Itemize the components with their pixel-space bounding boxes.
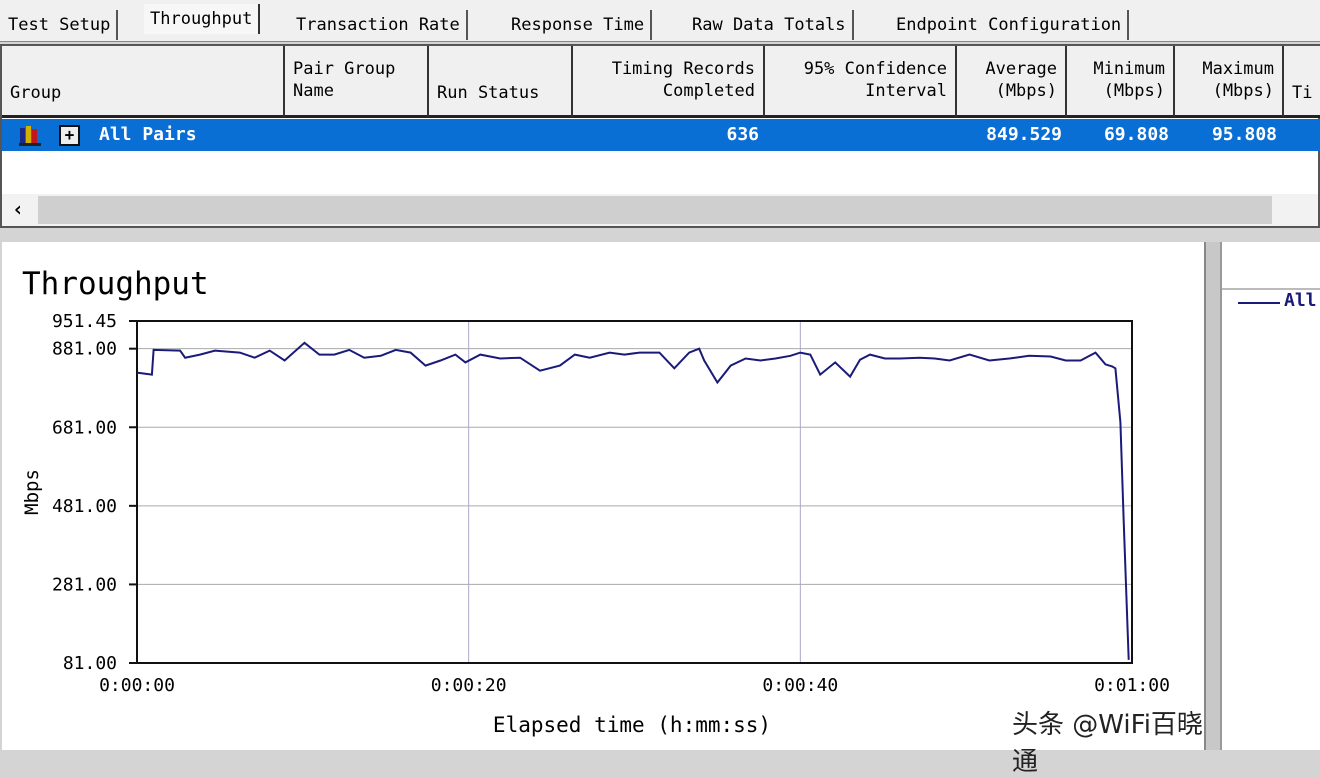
scrollbar-thumb[interactable] xyxy=(38,196,1272,224)
scroll-left-icon[interactable]: ‹ xyxy=(12,197,24,221)
pair-group-icon xyxy=(18,124,42,146)
col-label: Pair Group xyxy=(293,59,396,79)
tab-endpoint-configuration[interactable]: Endpoint Configuration xyxy=(890,10,1130,40)
maximum-value: 95.808 xyxy=(1211,124,1277,145)
x-tick-label: 0:01:00 xyxy=(1094,675,1170,696)
tab-bar: Test Setup Throughput Transaction Rate R… xyxy=(0,0,1320,42)
expand-icon[interactable]: + xyxy=(59,125,80,146)
y-tick-label: 881.00 xyxy=(52,339,117,360)
legend-swatch xyxy=(1238,302,1280,304)
col-label: Name xyxy=(293,81,334,101)
watermark: 头条 @WiFi百晓通 xyxy=(1012,710,1203,777)
col-label: Run Status xyxy=(437,83,540,103)
horizontal-scrollbar[interactable]: ‹ xyxy=(2,194,1318,226)
col-truncated[interactable]: Ti xyxy=(1284,46,1320,118)
col-confidence[interactable]: 95% Confidence Interval xyxy=(765,46,957,118)
legend-label-all: All xyxy=(1284,290,1317,311)
col-run-status[interactable]: Run Status xyxy=(429,46,573,118)
tab-test-setup[interactable]: Test Setup xyxy=(2,10,119,40)
y-tick-label: 281.00 xyxy=(52,574,117,595)
timing-records-value: 636 xyxy=(726,124,759,145)
average-value: 849.529 xyxy=(986,124,1062,145)
minimum-value: 69.808 xyxy=(1103,124,1169,145)
col-label: Completed xyxy=(662,81,755,101)
tab-transaction-rate[interactable]: Transaction Rate xyxy=(290,10,468,40)
col-maximum[interactable]: Maximum (Mbps) xyxy=(1175,46,1284,118)
col-minimum[interactable]: Minimum (Mbps) xyxy=(1067,46,1175,118)
col-label: (Mbps) xyxy=(1212,81,1274,101)
col-label: Maximum xyxy=(1202,59,1274,79)
col-group-label: Group xyxy=(10,83,62,103)
col-timing-records[interactable]: Timing Records Completed xyxy=(573,46,765,118)
col-label: Average xyxy=(985,59,1057,79)
tab-throughput[interactable]: Throughput xyxy=(144,4,261,34)
col-label: 95% Confidence xyxy=(803,59,947,79)
y-tick-label: 481.00 xyxy=(52,496,117,517)
y-tick-label: 681.00 xyxy=(52,417,117,438)
y-axis-label: Mbps xyxy=(21,469,43,515)
x-axis-label: Elapsed time (h:mm:ss) xyxy=(493,713,771,737)
col-pair-group-name[interactable]: Pair Group Name xyxy=(285,46,429,118)
col-label: Timing Records xyxy=(611,59,755,79)
throughput-chart: Throughput 951.45 881.00 681.00 481.00 281.0… xyxy=(2,242,1204,777)
group-name: All Pairs xyxy=(99,124,197,145)
tab-raw-data-totals[interactable]: Raw Data Totals xyxy=(686,10,854,40)
x-tick-label: 0:00:20 xyxy=(431,675,507,696)
x-tick-label: 0:00:00 xyxy=(99,675,175,696)
col-label: (Mbps) xyxy=(1103,81,1165,101)
col-label: Minimum xyxy=(1093,59,1165,79)
series-line-all xyxy=(136,341,1130,660)
splitter[interactable] xyxy=(1204,242,1220,750)
col-group[interactable]: Group xyxy=(2,46,285,118)
results-table: Group Pair Group Name Run Status Timing R… xyxy=(0,44,1320,228)
x-tick-label: 0:00:40 xyxy=(762,675,838,696)
col-label: Ti xyxy=(1292,83,1313,103)
chart-title: Throughput xyxy=(22,266,209,302)
legend: All xyxy=(1220,242,1320,750)
y-tick-label: 951.45 xyxy=(52,311,117,332)
table-row[interactable]: + All Pairs 636 849.529 69.808 95.808 xyxy=(2,119,1320,151)
col-average[interactable]: Average (Mbps) xyxy=(957,46,1067,118)
y-tick-label: 81.00 xyxy=(63,653,117,674)
tab-response-time[interactable]: Response Time xyxy=(505,10,653,40)
col-label: Interval xyxy=(865,81,947,101)
col-label: (Mbps) xyxy=(995,81,1057,101)
plot-frame xyxy=(136,320,1133,664)
